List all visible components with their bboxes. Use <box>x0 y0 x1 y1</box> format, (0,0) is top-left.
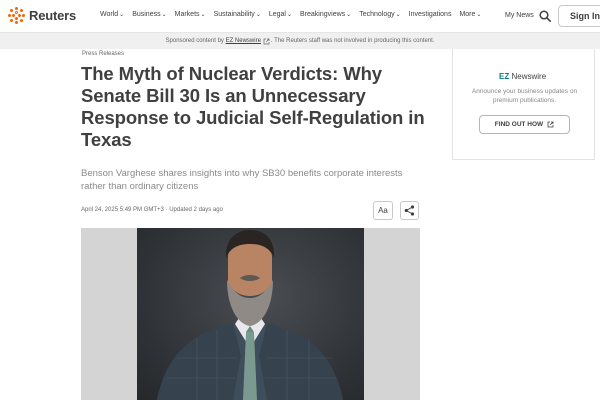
chevron-down-icon: ⌄ <box>161 12 167 18</box>
nav-item-business[interactable]: Business ⌄ <box>132 11 166 18</box>
nav-item-breakingviews[interactable]: Breakingviews ⌄ <box>300 11 351 18</box>
font-size-button[interactable]: Aa <box>373 201 393 220</box>
section-kicker[interactable]: Press Releases <box>82 51 124 57</box>
chevron-down-icon: ⌄ <box>346 12 352 18</box>
nav-item-world[interactable]: World ⌄ <box>100 11 124 18</box>
chevron-down-icon: ⌄ <box>286 12 293 18</box>
article-subtitle: Benson Varghese shares insights into why… <box>81 168 403 192</box>
sponsor-ad-panel: EZ Newswire Announce your business updat… <box>452 49 595 160</box>
nav-item-technology[interactable]: Technology ⌄ <box>359 11 400 18</box>
nav-item-legal[interactable]: Legal ⌄ <box>269 11 292 18</box>
chevron-down-icon: ⌄ <box>255 12 261 18</box>
ad-description: Announce your business updates on premiu… <box>471 88 578 104</box>
top-nav: Reuters World ⌄ Business ⌄ Markets ⌄ Sustai… <box>0 0 600 33</box>
reuters-logo-text: Reuters <box>29 8 77 23</box>
ez-newswire-logo: EZ Newswire <box>499 72 547 81</box>
main-nav: World ⌄ Business ⌄ Markets ⌄ Sustainability… <box>100 11 481 18</box>
nav-item-sustainability[interactable]: Sustainability ⌄ <box>214 11 261 18</box>
external-link-icon <box>263 38 270 44</box>
nav-item-markets[interactable]: Markets ⌄ <box>175 11 206 18</box>
find-out-how-button[interactable]: FIND OUT HOW <box>479 115 570 134</box>
reuters-logo[interactable]: Reuters <box>8 7 76 24</box>
chevron-down-icon: ⌄ <box>476 12 482 18</box>
sponsor-link[interactable]: EZ Newswire <box>226 38 261 44</box>
search-icon[interactable] <box>539 10 551 22</box>
chevron-down-icon: ⌄ <box>395 12 401 18</box>
external-link-icon <box>547 121 554 128</box>
share-icon <box>404 205 415 216</box>
article-headline: The Myth of Nuclear Verdicts: Why Senate… <box>81 63 425 150</box>
article-hero-image <box>81 228 420 400</box>
chevron-down-icon: ⌄ <box>200 12 206 18</box>
portrait-photo <box>137 228 364 400</box>
chevron-down-icon: ⌄ <box>119 12 125 18</box>
my-news-link[interactable]: My News <box>505 12 534 19</box>
sponsored-banner: Sponsored content by EZ Newswire . The R… <box>0 33 600 49</box>
nav-item-more[interactable]: More ⌄ <box>459 11 481 18</box>
sign-in-button[interactable]: Sign In <box>558 5 600 27</box>
nav-item-investigations[interactable]: Investigations <box>409 11 452 18</box>
article-dateline: April 24, 2025 5:49 PM GMT+3 · Updated 2… <box>81 207 223 213</box>
share-button[interactable] <box>400 201 419 220</box>
reuters-logo-icon <box>8 7 25 24</box>
